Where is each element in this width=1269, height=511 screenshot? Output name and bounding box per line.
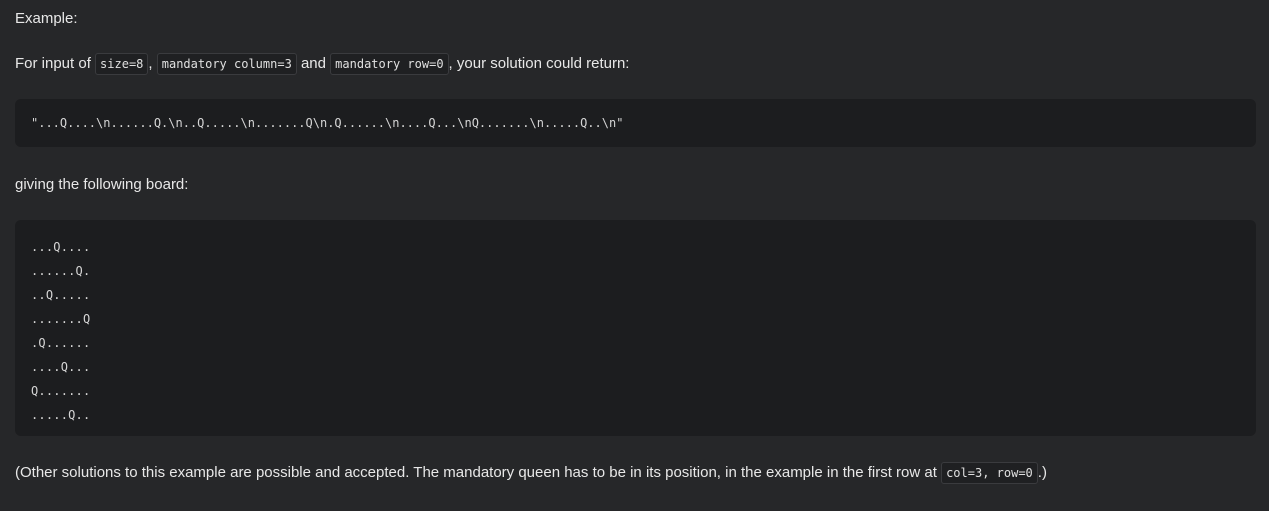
size-inline-code: size=8: [95, 53, 149, 76]
solution-string-text: "...Q....\n......Q.\n..Q.....\n.......Q\…: [31, 116, 624, 130]
board-row: ...Q....: [31, 240, 91, 254]
mandatory-row-inline-code: mandatory row=0: [330, 53, 449, 76]
board-row: ......Q.: [31, 264, 91, 278]
board-row: Q.......: [31, 384, 91, 398]
board-row: ..Q.....: [31, 288, 91, 302]
board-intro-text: giving the following board:: [15, 176, 189, 193]
board-code-block: ...Q.... ......Q. ..Q..... .......Q .Q..…: [15, 220, 1256, 436]
intro-middle-text: and: [296, 55, 331, 73]
board-row: ....Q...: [31, 360, 91, 374]
mandatory-position-inline-code: col=3, row=0: [941, 462, 1038, 485]
intro-prefix-text: For input of: [15, 55, 96, 73]
board-row: .....Q..: [31, 408, 91, 422]
board-row: .Q......: [31, 336, 91, 350]
intro-separator-text: ,: [148, 55, 153, 73]
example-heading: Example:: [15, 10, 78, 27]
solution-string-code-block: "...Q....\n......Q.\n..Q.....\n.......Q\…: [15, 99, 1256, 147]
note-prefix-text: (Other solutions to this example are pos…: [15, 464, 942, 482]
intro-suffix-text: , your solution could return:: [448, 55, 630, 73]
board-rows: ...Q.... ......Q. ..Q..... .......Q .Q..…: [31, 235, 90, 427]
example-intro-paragraph: For input of size=8, mandatory column=3 …: [15, 52, 629, 76]
board-row: .......Q: [31, 312, 91, 326]
example-note-paragraph: (Other solutions to this example are pos…: [15, 461, 1047, 485]
note-suffix-text: .): [1037, 464, 1047, 482]
mandatory-column-inline-code: mandatory column=3: [156, 53, 297, 76]
